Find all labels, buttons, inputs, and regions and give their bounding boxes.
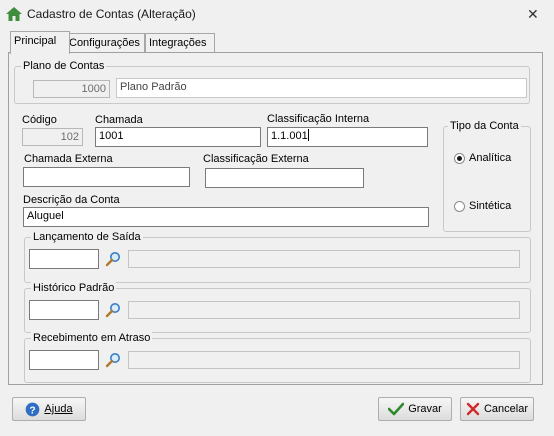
recebimento-atraso-legend: Recebimento em Atraso [31,331,153,345]
cross-icon [466,402,480,416]
radio-analitica-button[interactable] [454,153,465,164]
lancamento-saida-group: Lançamento de Saída [24,230,531,283]
classificacao-interna-field[interactable]: 1.1.001 [267,127,428,147]
search-icon[interactable] [105,352,121,368]
classificacao-interna-value: 1.1.001 [271,130,308,142]
lancamento-saida-legend: Lançamento de Saída [31,230,143,244]
descricao-field[interactable]: Aluguel [23,207,429,227]
plano-code-field: 1000 [33,80,110,98]
title-bar: Cadastro de Contas (Alteração) ✕ [0,0,554,28]
tipo-conta-group: Tipo da Conta Analítica Sintética [443,119,531,232]
home-icon [6,7,22,21]
lancamento-saida-code-field[interactable] [29,249,99,269]
tab-label: Configurações [69,37,140,49]
help-icon: ? [26,402,40,416]
codigo-label: Código [22,114,57,126]
tab-integracoes[interactable]: Integrações [145,33,215,53]
text-cursor [307,129,309,141]
chamada-label: Chamada [95,114,143,126]
cancel-button[interactable]: Cancelar [460,397,534,421]
descricao-label: Descrição da Conta [23,194,120,206]
radio-analitica-label[interactable]: Analítica [469,151,511,165]
recebimento-atraso-group: Recebimento em Atraso [24,331,531,383]
lancamento-saida-description [128,250,520,268]
radio-sintetica-label[interactable]: Sintética [469,199,511,213]
tab-page-principal: Plano de Contas 1000 Plano Padrão Código… [8,52,543,385]
recebimento-atraso-description [128,351,520,369]
recebimento-atraso-code-field[interactable] [29,350,99,370]
tab-label: Principal [14,35,57,47]
plano-name-field: Plano Padrão [116,78,527,98]
historico-padrao-description [128,301,520,319]
help-button-label: Ajuda [44,403,73,415]
cancel-button-label: Cancelar [483,403,529,415]
radio-sintetica-button[interactable] [454,201,465,212]
classificacao-interna-label: Classificação Interna [267,113,370,125]
checkmark-icon [388,402,405,416]
chamada-field[interactable]: 1001 [95,127,261,147]
tipo-conta-legend: Tipo da Conta [448,119,521,133]
classificacao-externa-field[interactable] [205,168,364,188]
search-icon[interactable] [105,251,121,267]
save-button[interactable]: Gravar [378,397,452,421]
tab-configuracoes[interactable]: Configurações [65,33,145,53]
classificacao-externa-label: Classificação Externa [203,153,309,165]
save-button-label: Gravar [408,403,442,415]
historico-padrao-group: Histórico Padrão [24,281,531,333]
chamada-externa-label: Chamada Externa [24,153,113,165]
historico-padrao-legend: Histórico Padrão [31,281,117,295]
help-button[interactable]: ? Ajuda [12,397,86,421]
plano-de-contas-legend: Plano de Contas [21,59,107,73]
window-title: Cadastro de Contas (Alteração) [27,7,196,21]
plano-de-contas-group: Plano de Contas 1000 Plano Padrão [14,59,530,104]
historico-padrao-code-field[interactable] [29,300,99,320]
chamada-externa-field[interactable] [23,167,190,187]
tab-principal[interactable]: Principal [10,31,70,54]
search-icon[interactable] [105,302,121,318]
tab-label: Integrações [149,37,207,49]
codigo-field: 102 [22,128,83,146]
close-icon[interactable]: ✕ [527,6,539,22]
svg-text:?: ? [30,405,36,416]
